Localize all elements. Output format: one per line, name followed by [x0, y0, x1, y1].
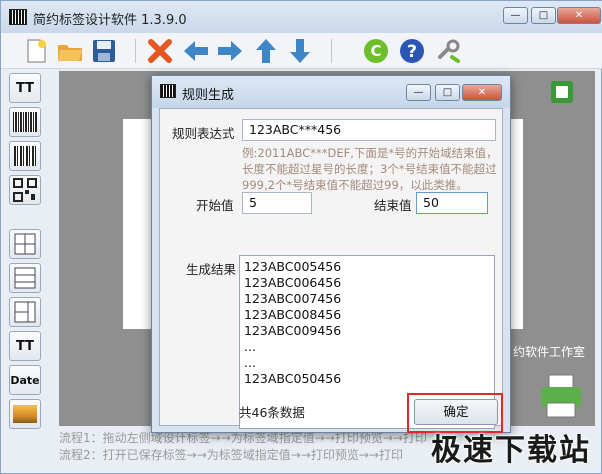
link-icon[interactable] — [433, 36, 463, 66]
text-box-icon[interactable]: TT — [9, 331, 41, 361]
new-file-icon[interactable] — [21, 36, 51, 66]
list-item: 123ABC006456 — [244, 275, 342, 290]
text-tool-icon[interactable]: TT — [9, 73, 41, 103]
studio-text: 约软件工作室 — [513, 345, 586, 359]
arrow-down-icon[interactable] — [285, 36, 315, 66]
dialog-minimize-button[interactable]: — — [406, 84, 431, 101]
rule-label: 规则表达式 — [172, 126, 235, 141]
image-icon[interactable] — [9, 399, 41, 429]
barcode-1d-icon[interactable] — [9, 107, 41, 137]
record-count: 共46条数据 — [239, 405, 305, 420]
dialog-body: 规则表达式 123ABC***456 例:2011ABC***DEF,下面是*号… — [159, 108, 503, 429]
flow-line-2: 流程2：打开已保存标签→→为标签域指定值→→打印预览→→打印 — [59, 448, 403, 462]
dialog-close-button[interactable]: ✕ — [462, 84, 502, 101]
close-button[interactable]: ✕ — [557, 7, 601, 24]
list-item: ... — [244, 355, 256, 370]
list-item: 123ABC008456 — [244, 307, 342, 322]
end-value-label: 结束值 — [374, 198, 412, 213]
dialog-title-bar: 规则生成 — □ ✕ — [152, 76, 510, 108]
toolbar-separator — [331, 39, 332, 63]
table-columns-icon[interactable] — [9, 297, 41, 327]
arrow-up-icon[interactable] — [251, 36, 281, 66]
printer-icon[interactable] — [539, 373, 583, 419]
maximize-button[interactable]: □ — [531, 7, 556, 24]
dialog-title: 规则生成 — [182, 88, 235, 103]
list-item: 123ABC050456 — [244, 371, 342, 386]
open-folder-icon[interactable] — [55, 36, 85, 66]
title-bar: 简约标签设计软件 1.3.9.0 — □ ✕ — [1, 1, 602, 33]
date-icon[interactable]: Date — [9, 365, 41, 395]
rule-expression-input[interactable]: 123ABC***456 — [242, 119, 496, 141]
end-value-input[interactable]: 50 — [416, 192, 488, 214]
rule-hint: 例:2011ABC***DEF,下面是*号的开始域结束值，长度不能超过星号的长度… — [242, 146, 498, 192]
list-item: 123ABC007456 — [244, 291, 342, 306]
toolbar: C ? — [1, 33, 602, 69]
barcode-icon[interactable] — [9, 141, 41, 171]
svg-text:?: ? — [407, 42, 417, 62]
dialog-maximize-button[interactable]: □ — [435, 84, 460, 101]
arrow-left-icon[interactable] — [181, 36, 211, 66]
table-rows-icon[interactable] — [9, 263, 41, 293]
rule-generation-dialog: 规则生成 — □ ✕ 规则表达式 123ABC***456 例:2011ABC*… — [151, 75, 511, 433]
main-window: 简约标签设计软件 1.3.9.0 — □ ✕ C ? TT TT Date 约软… — [0, 0, 602, 474]
dialog-barcode-icon — [160, 84, 176, 98]
list-item: 123ABC009456 — [244, 323, 342, 338]
help-icon[interactable]: ? — [397, 36, 427, 66]
toolbar-separator — [135, 39, 136, 63]
start-value-input[interactable]: 5 — [242, 192, 312, 214]
start-value-label: 开始值 — [196, 198, 234, 213]
list-item: ... — [244, 339, 256, 354]
app-barcode-icon — [9, 9, 27, 25]
copyright-icon[interactable]: C — [361, 36, 391, 66]
list-item: 123ABC005456 — [244, 259, 342, 274]
excel-icon[interactable] — [551, 81, 573, 103]
save-icon[interactable] — [89, 36, 119, 66]
minimize-button[interactable]: — — [503, 7, 528, 24]
delete-icon[interactable] — [145, 36, 175, 66]
qrcode-icon[interactable] — [9, 175, 41, 205]
table-grid-icon[interactable] — [9, 229, 41, 259]
window-title: 简约标签设计软件 1.3.9.0 — [33, 13, 187, 28]
result-label: 生成结果 — [186, 262, 237, 277]
watermark: 极速下载站 — [431, 433, 591, 468]
svg-text:C: C — [370, 42, 381, 60]
arrow-right-icon[interactable] — [215, 36, 245, 66]
